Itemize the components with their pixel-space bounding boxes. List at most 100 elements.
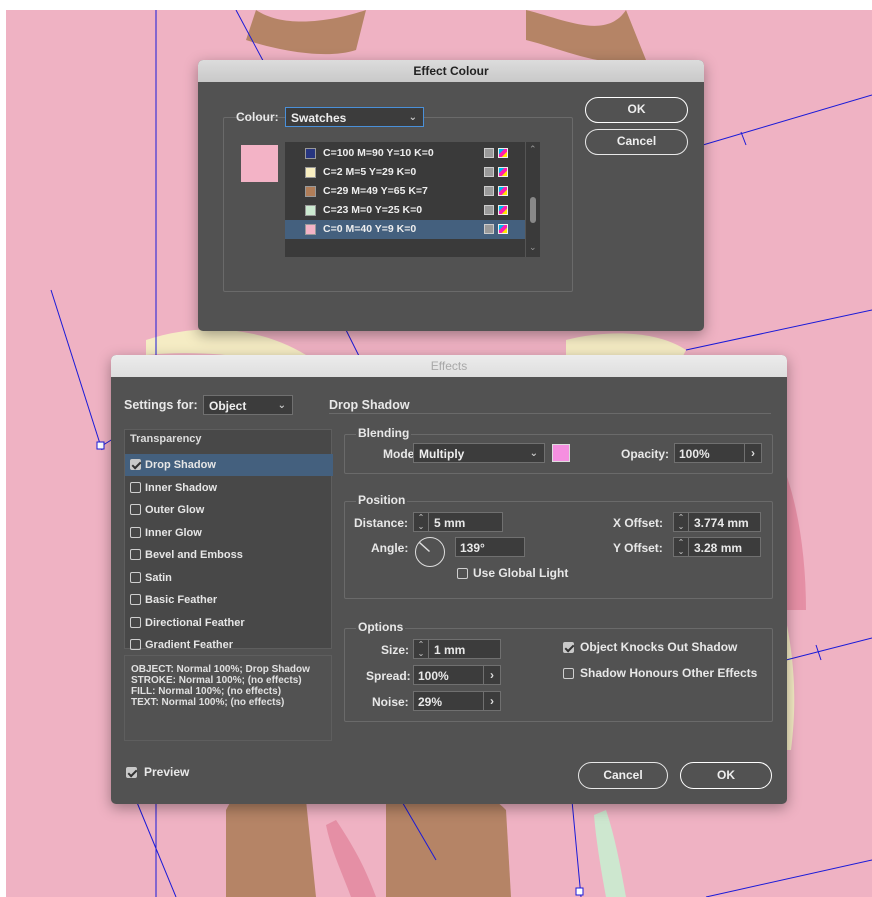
chevron-up-icon[interactable]: ⌃ [529, 144, 537, 155]
angle-field[interactable]: 139° [455, 537, 525, 557]
effect-item-directional-feather[interactable]: Directional Feather [125, 612, 333, 634]
effect-item-inner-glow[interactable]: Inner Glow [125, 522, 333, 544]
effect-label: Outer Glow [145, 504, 205, 516]
effect-checkbox[interactable] [130, 571, 141, 583]
process-color-icon [484, 148, 494, 158]
blending-title: Blending [356, 426, 412, 440]
swatch-name: C=23 M=0 Y=25 K=0 [323, 204, 423, 216]
cmyk-mode-icon [498, 148, 508, 158]
scrollbar-thumb[interactable] [530, 197, 536, 223]
effect-item-basic-feather[interactable]: Basic Feather [125, 589, 333, 611]
chevron-right-icon[interactable]: › [483, 691, 501, 711]
noise-label: Noise: [372, 695, 409, 709]
cmyk-mode-icon [498, 186, 508, 196]
spread-field[interactable]: 100% › [413, 665, 501, 685]
effect-label: Basic Feather [145, 594, 218, 606]
stepper-icon[interactable]: ⌃ ⌄ [674, 513, 689, 531]
chevron-right-icon[interactable]: › [744, 443, 762, 463]
position-title: Position [356, 493, 408, 507]
size-label: Size: [381, 643, 410, 657]
effect-item-inner-shadow[interactable]: Inner Shadow [125, 477, 333, 499]
swatch-row[interactable]: C=100 M=90 Y=10 K=0 [285, 144, 525, 163]
chevron-down-icon: ⌄ [408, 112, 417, 123]
effects-list-header: Transparency [130, 433, 202, 445]
summary-line: OBJECT: Normal 100%; Drop Shadow [131, 664, 310, 675]
mode-dropdown[interactable]: Multiply ⌄ [413, 443, 545, 463]
stepper-icon[interactable]: ⌃ ⌄ [414, 640, 429, 658]
swatch-name: C=0 M=40 Y=9 K=0 [323, 223, 417, 235]
effect-checkbox[interactable] [130, 504, 141, 515]
chevron-right-icon[interactable]: › [483, 665, 501, 685]
preview-checkbox[interactable] [126, 767, 137, 778]
ok-button[interactable]: OK [680, 762, 772, 789]
size-field[interactable]: ⌃ ⌄ 1 mm [413, 639, 501, 659]
y-offset-field[interactable]: ⌃ ⌄ 3.28 mm [673, 537, 761, 557]
effects-list: Transparency Drop Shadow Inner Shadow Oute… [124, 429, 333, 651]
angle-dial[interactable] [415, 537, 445, 567]
distance-field[interactable]: ⌃ ⌄ 5 mm [413, 512, 503, 532]
cancel-button[interactable]: Cancel [585, 129, 688, 155]
honours-effects-checkbox[interactable] [563, 668, 574, 679]
swatch-row[interactable]: C=23 M=0 Y=25 K=0 [285, 201, 525, 220]
effect-checkbox[interactable] [130, 594, 141, 605]
colour-dropdown-value: Swatches [291, 111, 347, 125]
swatch-name: C=2 M=5 Y=29 K=0 [323, 166, 417, 178]
summary-line: FILL: Normal 100%; (no effects) [131, 686, 282, 697]
section-divider [329, 413, 771, 414]
swatch-list[interactable]: C=100 M=90 Y=10 K=0 C=2 M=5 Y=29 K=0 C=29 … [285, 142, 540, 257]
settings-for-label: Settings for: [124, 398, 198, 412]
ok-button[interactable]: OK [585, 97, 688, 123]
swatch-scrollbar[interactable]: ⌃ ⌄ [525, 142, 540, 257]
effect-item-outer-glow[interactable]: Outer Glow [125, 499, 333, 521]
swatch-row[interactable]: C=2 M=5 Y=29 K=0 [285, 163, 525, 182]
settings-for-dropdown[interactable]: Object ⌄ [203, 395, 293, 415]
use-global-light-label: Use Global Light [473, 566, 569, 580]
cmyk-mode-icon [498, 224, 508, 234]
chevron-down-icon: ⌄ [277, 400, 286, 411]
effect-label: Bevel and Emboss [145, 549, 243, 561]
chevron-down-icon[interactable]: ⌄ [529, 242, 537, 253]
effect-item-gradient-feather[interactable]: Gradient Feather [125, 634, 333, 656]
swatch-row[interactable]: C=29 M=49 Y=65 K=7 [285, 182, 525, 201]
swatch-row[interactable]: C=0 M=40 Y=9 K=0 [285, 220, 525, 239]
cancel-button[interactable]: Cancel [578, 762, 668, 789]
opacity-value: 100% [679, 447, 710, 461]
effects-title: Effects [111, 355, 787, 377]
effect-checkbox[interactable] [130, 481, 141, 493]
effect-checkbox[interactable] [130, 639, 141, 650]
effect-label: Inner Glow [145, 526, 202, 539]
knocks-out-label: Object Knocks Out Shadow [580, 640, 738, 654]
swatch-color-chip [305, 167, 316, 178]
opacity-field[interactable]: 100% › [674, 443, 762, 463]
effect-item-satin[interactable]: Satin [125, 567, 333, 589]
effect-label: Satin [145, 571, 172, 584]
x-offset-value: 3.774 mm [694, 516, 749, 530]
effect-item-drop-shadow[interactable]: Drop Shadow [125, 454, 333, 476]
swatch-color-chip [305, 205, 316, 216]
opacity-label: Opacity: [621, 447, 670, 461]
effect-colour-title: Effect Colour [198, 60, 704, 82]
colour-dropdown[interactable]: Swatches ⌄ [285, 107, 424, 127]
noise-field[interactable]: 29% › [413, 691, 501, 711]
effect-checkbox[interactable] [130, 526, 141, 538]
stepper-icon[interactable]: ⌃ ⌄ [414, 513, 429, 531]
colour-label: Colour: [236, 110, 279, 124]
mode-value: Multiply [419, 447, 465, 461]
effect-label: Inner Shadow [145, 481, 218, 494]
shadow-color-swatch[interactable] [552, 444, 570, 462]
preview-label: Preview [144, 765, 190, 779]
spread-label: Spread: [366, 669, 411, 683]
effect-checkbox[interactable] [130, 549, 141, 560]
x-offset-field[interactable]: ⌃ ⌄ 3.774 mm [673, 512, 761, 532]
effect-checkbox[interactable] [130, 459, 141, 470]
process-color-icon [484, 167, 494, 177]
effect-item-bevel-and-emboss[interactable]: Bevel and Emboss [125, 544, 333, 566]
distance-value: 5 mm [434, 516, 466, 530]
use-global-light-checkbox[interactable] [457, 568, 468, 579]
knocks-out-checkbox[interactable] [563, 642, 574, 653]
effect-checkbox[interactable] [130, 616, 141, 628]
settings-for-value: Object [209, 399, 247, 413]
stepper-icon[interactable]: ⌃ ⌄ [674, 538, 689, 556]
swatch-name: C=29 M=49 Y=65 K=7 [323, 185, 428, 197]
effect-colour-dialog: Effect Colour Colour: Swatches ⌄ C=100 M… [198, 60, 704, 331]
